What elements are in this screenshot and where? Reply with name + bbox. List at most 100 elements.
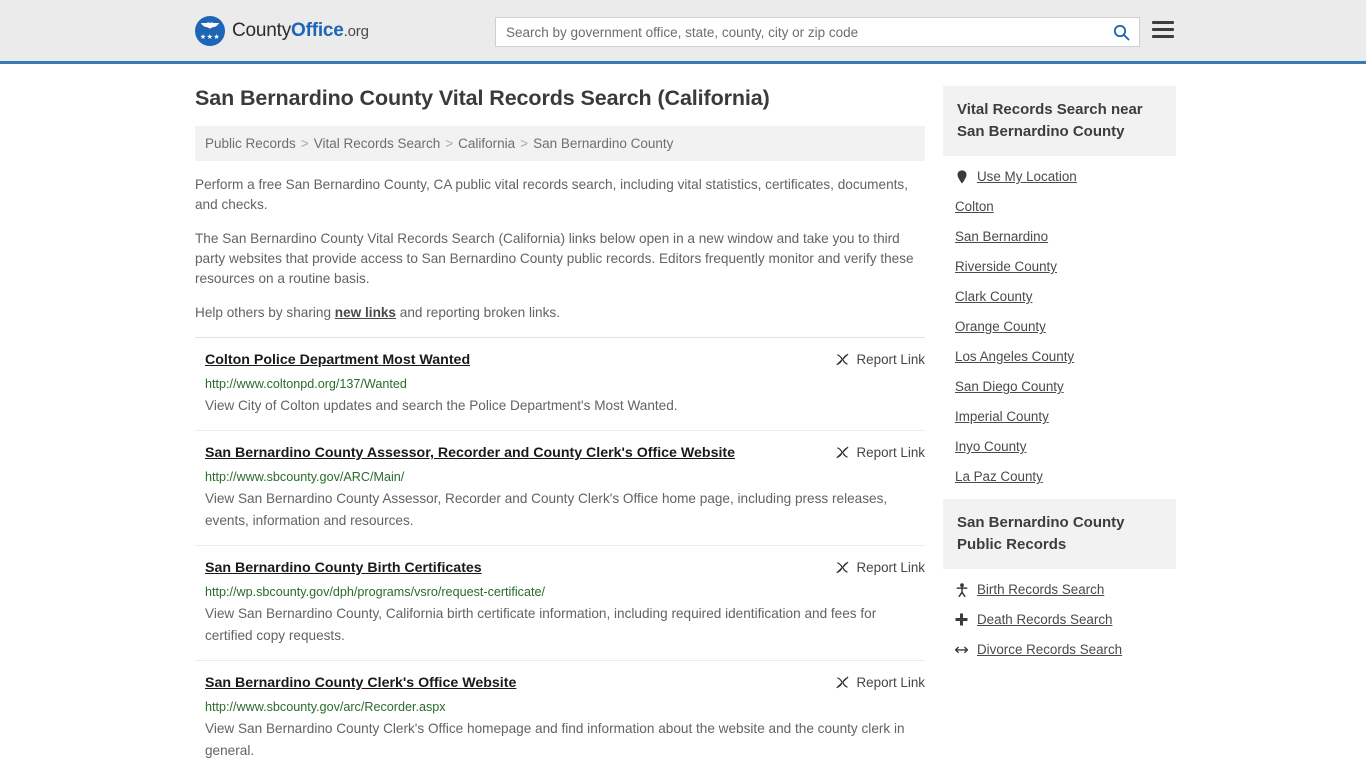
sidebar-item-label: La Paz County: [955, 469, 1043, 484]
breadcrumb-item-public-records[interactable]: Public Records: [205, 136, 296, 151]
sidebar-item-divorce-records-search[interactable]: Divorce Records Search: [955, 641, 1176, 658]
breadcrumb-item-current: San Bernardino County: [533, 136, 674, 151]
result-title-link[interactable]: San Bernardino County Clerk's Office Web…: [205, 674, 516, 693]
result-item: Colton Police Department Most Wanted Rep…: [195, 337, 925, 430]
report-link-button[interactable]: Report Link: [835, 559, 925, 575]
broken-link-icon: [836, 676, 848, 689]
sidebar-item-orange-county[interactable]: Orange County: [955, 318, 1176, 335]
intro-paragraph-2: The San Bernardino County Vital Records …: [195, 231, 914, 286]
result-title-link[interactable]: Colton Police Department Most Wanted: [205, 351, 470, 370]
site-header: ★★★ CountyOffice.org: [0, 0, 1366, 64]
page-title: San Bernardino County Vital Records Sear…: [195, 86, 770, 110]
result-header: San Bernardino County Clerk's Office Web…: [205, 674, 925, 693]
result-title-link[interactable]: San Bernardino County Birth Certificates: [205, 559, 482, 578]
sidebar-item-clark-county[interactable]: Clark County: [955, 288, 1176, 305]
help-line-after: and reporting broken links.: [396, 305, 560, 320]
result-url[interactable]: http://www.sbcounty.gov/ARC/Main/: [205, 469, 925, 485]
result-description: View San Bernardino County Clerk's Offic…: [205, 721, 905, 758]
content-container: San Bernardino County Vital Records Sear…: [195, 64, 1180, 768]
sidebar-nearby-box: Vital Records Search near San Bernardino…: [943, 86, 1176, 485]
report-link-button[interactable]: Report Link: [835, 674, 925, 690]
sidebar-item-label: Clark County: [955, 289, 1033, 304]
site-logo[interactable]: ★★★ CountyOffice.org: [195, 15, 369, 46]
sidebar-item-label: Death Records Search: [977, 612, 1113, 627]
hamburger-bar: [1152, 21, 1174, 24]
hamburger-bar: [1152, 35, 1174, 38]
report-link-button[interactable]: Report Link: [835, 351, 925, 367]
sidebar-public-records-heading: San Bernardino County Public Records: [943, 499, 1176, 569]
baby-icon: [955, 582, 968, 597]
report-link-label: Report Link: [856, 560, 925, 575]
sidebar-item-san-diego-county[interactable]: San Diego County: [955, 378, 1176, 395]
sidebar-item-death-records-search[interactable]: Death Records Search: [955, 611, 1176, 628]
sidebar-item-label: Colton: [955, 199, 994, 214]
result-url[interactable]: http://wp.sbcounty.gov/dph/programs/vsro…: [205, 584, 925, 600]
breadcrumb-item-vital-records-search[interactable]: Vital Records Search: [314, 136, 441, 151]
three-stars-icon: ★★★: [199, 33, 221, 41]
sidebar-item-label: Imperial County: [955, 409, 1049, 424]
sidebar-item-imperial-county[interactable]: Imperial County: [955, 408, 1176, 425]
breadcrumb-separator: >: [445, 136, 454, 151]
report-link-button[interactable]: Report Link: [835, 444, 925, 460]
result-header: Colton Police Department Most Wanted Rep…: [205, 351, 925, 370]
breadcrumb-separator: >: [300, 136, 309, 151]
sidebar-item-birth-records-search[interactable]: Birth Records Search: [955, 581, 1176, 598]
result-header: San Bernardino County Birth Certificates…: [205, 559, 925, 578]
broken-link-icon: [836, 561, 848, 574]
sidebar-item-label: Use My Location: [977, 169, 1077, 184]
split-arrows-icon: [955, 645, 968, 655]
hamburger-menu-icon[interactable]: [1152, 21, 1174, 38]
new-links-link[interactable]: new links: [335, 305, 396, 320]
cross-icon: [955, 613, 968, 626]
sidebar-nearby-list: Use My Location Colton San Bernardino Ri…: [943, 156, 1176, 485]
site-logo-text: CountyOffice.org: [232, 20, 369, 42]
sidebar-item-label: Inyo County: [955, 439, 1027, 454]
result-item: San Bernardino County Assessor, Recorder…: [195, 430, 925, 545]
search-input[interactable]: [496, 24, 1103, 40]
map-pin-icon: [955, 169, 968, 184]
page-body: San Bernardino County Vital Records Sear…: [0, 64, 1366, 768]
sidebar-item-label: San Diego County: [955, 379, 1064, 394]
broken-link-icon: [836, 353, 848, 366]
report-link-label: Report Link: [856, 445, 925, 460]
breadcrumb: Public Records > Vital Records Search > Cali…: [195, 126, 925, 161]
sidebar-item-colton[interactable]: Colton: [955, 198, 1176, 215]
result-title-link[interactable]: San Bernardino County Assessor, Recorder…: [205, 444, 735, 463]
sidebar-item-label: Los Angeles County: [955, 349, 1075, 364]
breadcrumb-item-california[interactable]: California: [458, 136, 515, 151]
search-button[interactable]: [1103, 18, 1139, 46]
result-url[interactable]: http://www.coltonpd.org/137/Wanted: [205, 376, 925, 392]
results-list: Colton Police Department Most Wanted Rep…: [195, 337, 925, 768]
sidebar-item-label: Riverside County: [955, 259, 1057, 274]
sidebar-item-label: Divorce Records Search: [977, 642, 1123, 657]
main-column: San Bernardino County Vital Records Sear…: [195, 86, 925, 768]
sidebar-nearby-heading: Vital Records Search near San Bernardino…: [943, 86, 1176, 156]
result-item: San Bernardino County Clerk's Office Web…: [195, 660, 925, 768]
broken-link-icon: [836, 446, 848, 459]
report-link-label: Report Link: [856, 352, 925, 367]
report-link-label: Report Link: [856, 675, 925, 690]
search-icon: [1113, 24, 1129, 40]
result-header: San Bernardino County Assessor, Recorder…: [205, 444, 925, 463]
county-office-logo-icon: ★★★: [195, 15, 225, 46]
eagle-wings-icon: [200, 21, 220, 31]
sidebar-item-san-bernardino[interactable]: San Bernardino: [955, 228, 1176, 245]
sidebar: Vital Records Search near San Bernardino…: [943, 86, 1176, 768]
result-description: View City of Colton updates and search t…: [205, 398, 678, 413]
sidebar-item-label: Birth Records Search: [977, 582, 1105, 597]
logo-text-county: County: [232, 19, 292, 41]
sidebar-item-label: Orange County: [955, 319, 1046, 334]
result-description: View San Bernardino County Assessor, Rec…: [205, 491, 888, 528]
sidebar-item-los-angeles-county[interactable]: Los Angeles County: [955, 348, 1176, 365]
result-description: View San Bernardino County, California b…: [205, 606, 877, 643]
sidebar-public-records-box: San Bernardino County Public Records Bir…: [943, 499, 1176, 658]
intro-text: Perform a free San Bernardino County, CA…: [195, 175, 925, 323]
sidebar-item-riverside-county[interactable]: Riverside County: [955, 258, 1176, 275]
help-line: Help others by sharing new links and rep…: [195, 303, 925, 323]
breadcrumb-separator: >: [520, 136, 529, 151]
sidebar-item-inyo-county[interactable]: Inyo County: [955, 438, 1176, 455]
search-bar[interactable]: [495, 17, 1140, 47]
result-url[interactable]: http://www.sbcounty.gov/arc/Recorder.asp…: [205, 699, 925, 715]
sidebar-item-la-paz-county[interactable]: La Paz County: [955, 468, 1176, 485]
sidebar-item-use-my-location[interactable]: Use My Location: [955, 168, 1176, 185]
